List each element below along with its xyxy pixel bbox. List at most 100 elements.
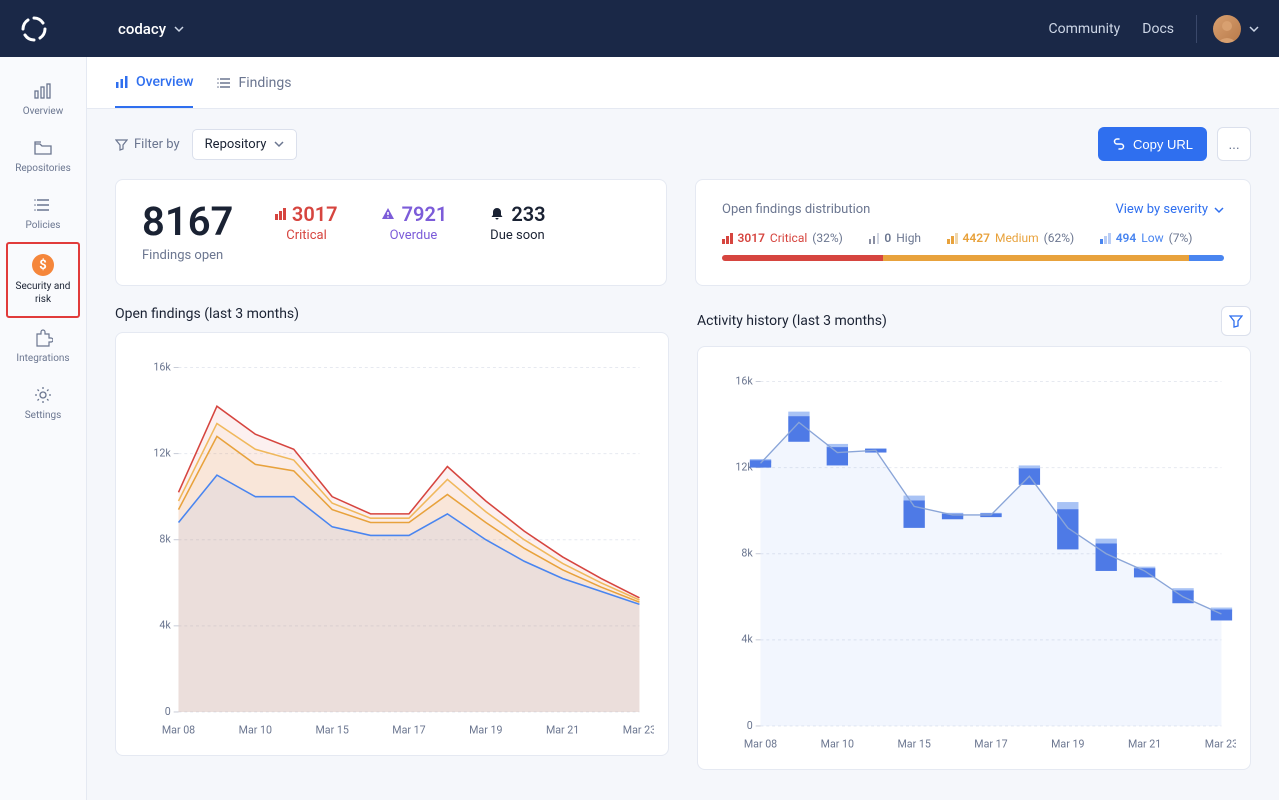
dist-seg-medium bbox=[883, 255, 1189, 261]
svg-text:Mar 19: Mar 19 bbox=[469, 723, 502, 736]
repository-select[interactable]: Repository bbox=[192, 129, 298, 160]
logo-group bbox=[20, 15, 48, 43]
copy-url-button[interactable]: Copy URL bbox=[1098, 127, 1207, 161]
tab-label: Findings bbox=[238, 75, 291, 91]
severity-medium-icon bbox=[947, 233, 958, 244]
svg-text:Mar 15: Mar 15 bbox=[315, 723, 348, 736]
tabs: Overview Findings bbox=[87, 57, 1279, 109]
svg-text:12k: 12k bbox=[153, 447, 171, 460]
tab-label: Overview bbox=[136, 74, 193, 90]
svg-text:Mar 19: Mar 19 bbox=[1051, 737, 1084, 750]
sidebar-item-security[interactable]: $ Security and risk bbox=[6, 242, 80, 318]
svg-text:Mar 15: Mar 15 bbox=[897, 737, 930, 750]
svg-text:Mar 23: Mar 23 bbox=[1205, 737, 1236, 750]
chevron-down-icon bbox=[274, 139, 284, 149]
sidebar-label: Overview bbox=[23, 105, 64, 118]
repository-select-label: Repository bbox=[205, 137, 267, 152]
docs-link[interactable]: Docs bbox=[1142, 21, 1174, 37]
chart-activity-title: Activity history (last 3 months) bbox=[697, 313, 887, 329]
distribution-legend: 3017 Critical (32%) 0 High 4427 Medium (… bbox=[722, 231, 1224, 245]
sidebar-item-policies[interactable]: Policies bbox=[0, 185, 86, 242]
svg-text:4k: 4k bbox=[159, 619, 171, 632]
view-by-select[interactable]: View by severity bbox=[1115, 202, 1224, 217]
topbar-right: Community Docs bbox=[1049, 15, 1259, 43]
main-content: Overview Findings Filter by Repository C… bbox=[87, 57, 1279, 800]
warning-icon bbox=[380, 206, 396, 222]
tab-overview[interactable]: Overview bbox=[115, 58, 193, 108]
svg-text:Mar 08: Mar 08 bbox=[744, 737, 777, 750]
svg-text:0: 0 bbox=[747, 719, 753, 732]
sidebar-item-integrations[interactable]: Integrations bbox=[0, 318, 86, 375]
legend-high: 0 High bbox=[869, 231, 921, 245]
sidebar-item-overview[interactable]: Overview bbox=[0, 71, 86, 128]
toolbar: Filter by Repository Copy URL ... bbox=[87, 109, 1279, 179]
svg-text:Mar 17: Mar 17 bbox=[392, 723, 425, 736]
distribution-panel: Open findings distribution View by sever… bbox=[695, 179, 1251, 286]
org-name-label: codacy bbox=[118, 20, 166, 38]
chart-activity-history: 04k8k12k16kMar 08Mar 10Mar 15Mar 17Mar 1… bbox=[697, 346, 1251, 770]
chevron-down-icon bbox=[1249, 24, 1259, 34]
stat-due-soon: 233 Due soon bbox=[489, 202, 545, 243]
shield-dollar-icon: $ bbox=[32, 254, 54, 276]
svg-text:Mar 17: Mar 17 bbox=[974, 737, 1007, 750]
svg-text:16k: 16k bbox=[735, 374, 753, 387]
severity-critical-icon bbox=[275, 208, 286, 220]
chart-open-title: Open findings (last 3 months) bbox=[115, 306, 299, 322]
sidebar: Overview Repositories Policies $ Securit… bbox=[0, 57, 87, 800]
avatar bbox=[1213, 15, 1241, 43]
sidebar-label: Security and risk bbox=[12, 280, 74, 306]
distribution-bar bbox=[722, 255, 1224, 261]
svg-text:0: 0 bbox=[165, 705, 171, 718]
filter-by-label: Filter by bbox=[115, 137, 180, 152]
sidebar-item-repositories[interactable]: Repositories bbox=[0, 128, 86, 185]
folder-icon bbox=[33, 138, 53, 158]
chart-open-findings: 0 4k 8k 12k 16k Mar 08 Mar 10 Mar 15 Mar 17 Mar 1… bbox=[115, 332, 669, 756]
community-link[interactable]: Community bbox=[1049, 21, 1121, 37]
severity-high-icon bbox=[869, 233, 880, 244]
svg-text:8k: 8k bbox=[741, 547, 753, 560]
copy-url-label: Copy URL bbox=[1133, 137, 1193, 152]
chart-bars-icon bbox=[33, 81, 53, 101]
distribution-title: Open findings distribution bbox=[722, 202, 870, 217]
chart-filter-button[interactable] bbox=[1221, 306, 1251, 336]
svg-text:Mar 08: Mar 08 bbox=[162, 723, 195, 736]
sidebar-label: Repositories bbox=[15, 162, 71, 175]
severity-low-icon bbox=[1100, 233, 1111, 244]
bars-icon bbox=[115, 75, 129, 89]
codacy-logo-icon bbox=[20, 15, 48, 43]
dist-seg-low bbox=[1189, 255, 1224, 261]
bell-icon bbox=[489, 206, 505, 222]
user-menu[interactable] bbox=[1196, 15, 1259, 43]
ellipsis-icon: ... bbox=[1228, 137, 1239, 152]
sidebar-label: Integrations bbox=[16, 352, 69, 365]
more-button[interactable]: ... bbox=[1217, 127, 1251, 161]
svg-text:Mar 10: Mar 10 bbox=[821, 737, 854, 750]
stat-findings-open: 8167 Findings open bbox=[142, 202, 233, 263]
chevron-down-icon bbox=[1214, 205, 1224, 215]
list-icon bbox=[33, 195, 53, 215]
sidebar-label: Policies bbox=[26, 219, 61, 232]
legend-critical: 3017 Critical (32%) bbox=[722, 231, 843, 245]
list-icon bbox=[217, 76, 231, 90]
filter-icon bbox=[115, 138, 128, 151]
org-switcher[interactable]: codacy bbox=[118, 20, 184, 38]
top-bar: codacy Community Docs bbox=[0, 0, 1279, 57]
gear-icon bbox=[33, 385, 53, 405]
sidebar-item-settings[interactable]: Settings bbox=[0, 375, 86, 432]
link-icon bbox=[1112, 137, 1126, 151]
chevron-down-icon bbox=[174, 24, 184, 34]
puzzle-icon bbox=[33, 328, 53, 348]
stat-overdue: 7921 Overdue bbox=[380, 202, 448, 243]
svg-text:Mar 21: Mar 21 bbox=[546, 723, 579, 736]
legend-medium: 4427 Medium (62%) bbox=[947, 231, 1074, 245]
svg-text:8k: 8k bbox=[159, 533, 171, 546]
legend-low: 494 Low (7%) bbox=[1100, 231, 1192, 245]
svg-text:4k: 4k bbox=[741, 633, 753, 646]
severity-critical-icon bbox=[722, 233, 733, 244]
tab-findings[interactable]: Findings bbox=[217, 59, 291, 107]
svg-text:Mar 21: Mar 21 bbox=[1128, 737, 1161, 750]
stats-panel: 8167 Findings open 3017 Critical 7921 Ov bbox=[115, 179, 667, 286]
svg-text:16k: 16k bbox=[153, 360, 171, 373]
sidebar-label: Settings bbox=[25, 409, 62, 422]
svg-text:Mar 10: Mar 10 bbox=[239, 723, 272, 736]
